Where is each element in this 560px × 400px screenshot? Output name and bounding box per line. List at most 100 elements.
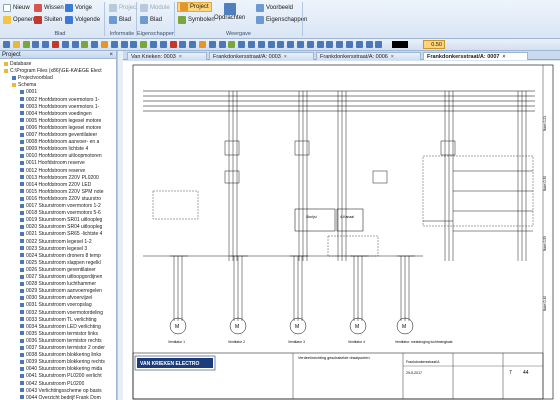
- tree-page[interactable]: 0016 Hoofdstroom 220V stuurstro: [20, 196, 101, 203]
- tree-folder[interactable]: Database: [4, 61, 31, 68]
- properties-view-toggle[interactable]: Eigenschappen: [256, 15, 307, 25]
- tree-page[interactable]: 0028 Stuurstroom luchthammer: [20, 281, 96, 288]
- toolbar-tool-icon[interactable]: [375, 41, 383, 48]
- toolbar-tool-icon[interactable]: [306, 41, 314, 48]
- toolbar-tool-icon[interactable]: [120, 41, 128, 48]
- tree-page[interactable]: 0026 Stuurstroom geventilateer: [20, 267, 96, 274]
- zoom-value[interactable]: 0.50: [423, 40, 445, 49]
- tree-page[interactable]: 0031 Stuurstroom voeropslag: [20, 302, 92, 309]
- tree-page[interactable]: 0029 Stuurstroom aanvoerregelen: [20, 288, 102, 295]
- tree-page[interactable]: 0020 Stuurstroom SR04 uitloopleg: [20, 224, 102, 231]
- close-tab-icon[interactable]: ×: [502, 53, 505, 61]
- toolbar-tool-icon[interactable]: [71, 41, 79, 48]
- tree-page[interactable]: 0035 Stuurstroom termistor links: [20, 331, 98, 338]
- close-button[interactable]: Sluiten: [34, 15, 62, 25]
- project-view-toggle[interactable]: Project: [177, 2, 212, 12]
- toolbar-tool-icon[interactable]: [267, 41, 275, 48]
- toolbar-tool-icon[interactable]: [297, 41, 304, 48]
- tree-page[interactable]: 0009 Hoofdstroom lichtste 4: [20, 146, 88, 153]
- tree-page[interactable]: 0004 Hoofdstroom voedingen: [20, 111, 92, 118]
- tree-folder[interactable]: Schema: [12, 82, 36, 89]
- toolbar-tool-icon[interactable]: [81, 41, 89, 48]
- toolbar-tool-icon[interactable]: [199, 41, 206, 48]
- toolbar-tool-icon[interactable]: [42, 41, 50, 48]
- tree-page[interactable]: 0019 Stuurstroom SR01 uitloopleg: [20, 217, 102, 224]
- tree-page[interactable]: 0033 Stuurstroom TL verlichting: [20, 317, 97, 324]
- toolbar-tool-icon[interactable]: [336, 41, 344, 48]
- toolbar-tool-icon[interactable]: [238, 41, 246, 48]
- tree-page[interactable]: 0022 Stuurstroom legesel 1-2: [20, 239, 92, 246]
- tree-page[interactable]: 0039 Stuurstroom blokkering rechts: [20, 359, 105, 366]
- toolbar-tool-icon[interactable]: [110, 41, 118, 48]
- module-properties-button[interactable]: Module: [140, 3, 170, 13]
- close-tab-icon[interactable]: ×: [284, 53, 287, 61]
- tree-page[interactable]: 0008 Hoofdstroom aanvoer- en a: [20, 139, 99, 146]
- toolbar-tool-icon[interactable]: [101, 41, 108, 48]
- tree-page[interactable]: 0003 Hoofdstroom voermotors 1-: [20, 104, 99, 111]
- tab-document[interactable]: Frankdonkersstraat/A: 0003 ×: [209, 52, 314, 60]
- project-info-button[interactable]: Project: [109, 3, 138, 13]
- tree-page[interactable]: 0012 Hoofdstroom reserve: [20, 168, 85, 175]
- tab-document[interactable]: Frankdonkersstraat/A: 0007 ×: [423, 52, 528, 60]
- tree-page[interactable]: 0002 Hoofdstroom voermotors 1-: [20, 97, 99, 104]
- tree-page[interactable]: 0027 Stuurstroom uitloopgordijnen: [20, 274, 102, 281]
- tab-document[interactable]: Frankdonkersstraat/A: 0006 ×: [316, 52, 421, 60]
- tree-page[interactable]: 0032 Stuurstroom voermotordeling: [20, 310, 103, 317]
- toolbar-tool-icon[interactable]: [179, 41, 187, 48]
- toolbar-tool-icon[interactable]: [208, 41, 216, 48]
- toolbar-tool-icon[interactable]: [22, 41, 30, 48]
- previous-button[interactable]: Vorige: [65, 3, 92, 13]
- toolbar-tool-icon[interactable]: [287, 41, 295, 48]
- tree-page[interactable]: 0014 Hoofdstroom 220V LED: [20, 182, 91, 189]
- toolbar-tool-icon[interactable]: [52, 41, 59, 48]
- toolbar-tool-icon[interactable]: [355, 41, 363, 48]
- tree-page[interactable]: 0007 Hoofdstroom geventilateer: [20, 132, 97, 139]
- tree-folder[interactable]: C:\Program Files (x86)\GE-KA\EGE Elect: [4, 68, 102, 75]
- toolbar-tool-icon[interactable]: [248, 41, 255, 48]
- toolbar-tool-icon[interactable]: [12, 41, 20, 48]
- toolbar-tool-icon[interactable]: [32, 41, 40, 48]
- close-icon[interactable]: ×: [109, 51, 113, 59]
- preview-view-toggle[interactable]: Voorbeeld: [256, 3, 293, 13]
- tree-page[interactable]: 0044 Overzicht bedrijf Frank Dom: [20, 395, 101, 400]
- close-tab-icon[interactable]: ×: [179, 53, 182, 61]
- tree-page[interactable]: 0005 Hoofdstroom legesel motore: [20, 118, 101, 125]
- next-button[interactable]: Volgende: [65, 15, 100, 25]
- toolbar-tool-icon[interactable]: [91, 41, 99, 48]
- tree-page[interactable]: 0006 Hoofdstroom legesel motore: [20, 125, 101, 132]
- new-button[interactable]: Nieuw: [3, 3, 30, 13]
- delete-button[interactable]: Wissen: [34, 3, 64, 13]
- toolbar-tool-icon[interactable]: [228, 41, 236, 48]
- schematic-canvas[interactable]: Sturijsi 4-Kanaal M Ventilator 1 M Ventilat…: [123, 61, 560, 400]
- symbols-view-toggle[interactable]: Symbolen: [178, 15, 215, 25]
- tree-page[interactable]: 0043 Verlichtingsscheme op basis: [20, 388, 102, 395]
- tree-page[interactable]: 0001: [20, 89, 37, 96]
- tree-page[interactable]: 0034 Stuurstroom LED verlichting: [20, 324, 101, 331]
- toolbar-tool-icon[interactable]: [277, 41, 285, 48]
- toolbar-tool-icon[interactable]: [130, 41, 138, 48]
- toolbar-tool-icon[interactable]: [189, 41, 197, 48]
- sheet-info-button[interactable]: Blad: [109, 15, 131, 25]
- toolbar-tool-icon[interactable]: [169, 41, 177, 48]
- tree-page[interactable]: 0017 Stuurstroom voermotors 1-2: [20, 203, 101, 210]
- tree-page[interactable]: 0037 Stuurstroom termistor 2 onder: [20, 345, 105, 352]
- tree-page[interactable]: 0015 Hoofdstroom 220V SPM note: [20, 189, 104, 196]
- toolbar-tool-icon[interactable]: [218, 41, 226, 48]
- tree-page[interactable]: 0030 Stuurstroom afvoervijzel: [20, 295, 92, 302]
- line-color-swatch[interactable]: [392, 41, 408, 48]
- tree-page[interactable]: 0041 Stuurstroom PL0200 verlicht: [20, 373, 102, 380]
- tree-page[interactable]: 0024 Stuurstroom droners 8 temp: [20, 253, 101, 260]
- toolbar-tool-icon[interactable]: [326, 41, 334, 48]
- tree-page[interactable]: 0013 Hoofdstroom 220V PL0200: [20, 175, 99, 182]
- toolbar-tool-icon[interactable]: [3, 41, 10, 48]
- tree-page[interactable]: 0011 Hoofdstroom reserve: [20, 160, 85, 167]
- toolbar-tool-icon[interactable]: [346, 41, 353, 48]
- sheet-properties-button[interactable]: Blad: [140, 15, 162, 25]
- toolbar-tool-icon[interactable]: [150, 41, 157, 48]
- tree-page[interactable]: 0018 Stuurstroom voermotors 5-6: [20, 210, 101, 217]
- tree-page[interactable]: 0038 Stuurstroom blokkering links: [20, 352, 101, 359]
- tree-page[interactable]: 0040 Stuurstroom blokkering mida: [20, 366, 102, 373]
- tree-page[interactable]: 0023 Stuurstroom legesel 3: [20, 246, 87, 253]
- toolbar-tool-icon[interactable]: [140, 41, 148, 48]
- tree-page[interactable]: 0036 Stuurstroom termistor rechts: [20, 338, 102, 345]
